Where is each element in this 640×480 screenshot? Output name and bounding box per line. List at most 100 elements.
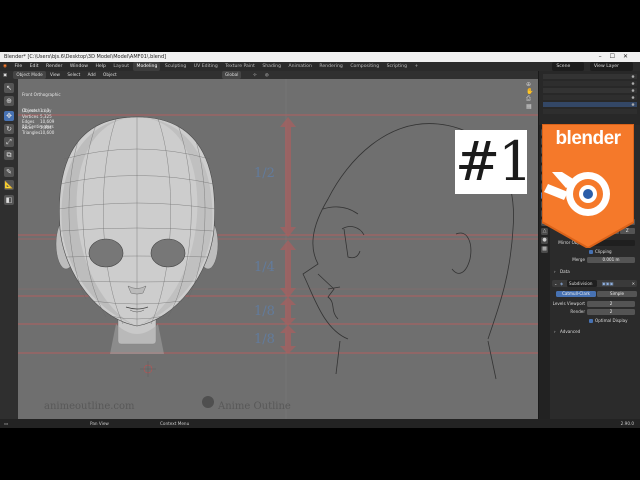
measure-tool-icon[interactable]: 📐 [4, 180, 14, 190]
chevron-down-icon[interactable]: ⌄ [554, 280, 557, 287]
subdivision-icon: ◈ [560, 281, 564, 286]
levels-viewport-label: Levels Viewport [552, 301, 585, 306]
blender-logo-text: blender [555, 128, 621, 149]
window-controls[interactable]: –☐✕ [599, 52, 636, 62]
annotate-tool-icon[interactable]: ✎ [4, 167, 14, 177]
data-section-label: Data [560, 269, 570, 274]
view-layer-selector[interactable]: View Layer [589, 62, 633, 71]
menu-file[interactable]: File [11, 62, 25, 71]
tab-texture-paint[interactable]: Texture Paint [222, 62, 258, 71]
outliner-panel[interactable] [538, 71, 640, 125]
data-section-header[interactable]: › Data [552, 268, 637, 275]
menu-render[interactable]: Render [43, 62, 65, 71]
levels-viewport-field[interactable]: 2 [587, 300, 635, 307]
status-pan-view: Pan View [90, 421, 109, 426]
window-title: Blender* [C:\Users\bjs.6\Desktop\3D Mode… [4, 54, 167, 60]
tab-shading[interactable]: Shading [259, 62, 284, 71]
clipping-checkbox[interactable]: Clipping [589, 248, 612, 255]
stat-label: Triangles [22, 130, 41, 136]
top-menu-bar: ◉ File Edit Render Window Help Layout Mo… [0, 62, 640, 71]
menu-object[interactable]: Object [100, 71, 120, 79]
title-bar: Blender* [C:\Users\bjs.6\Desktop\3D Mode… [0, 52, 640, 62]
navigation-gizmo[interactable]: ⊕ ✋ ⎙ ▦ [526, 81, 536, 110]
tab-scripting[interactable]: Scripting [384, 62, 410, 71]
tab-modeling[interactable]: Modeling [133, 62, 161, 71]
merge-label: Merge [572, 257, 585, 262]
proportional-edit-icon[interactable]: ◎ [262, 71, 272, 79]
scene-statistics: Objects 1 / 3 Vertices 5,325 Edges 10,609 F… [22, 108, 54, 136]
cursor-3d-icon[interactable]: ⊕ [4, 96, 14, 106]
pan-hand-icon[interactable]: ✋ [526, 88, 536, 95]
add-cube-tool-icon[interactable]: ◧ [4, 195, 14, 205]
letterbox-bottom [0, 428, 640, 480]
chevron-right-icon: › [554, 329, 556, 334]
blender-window: Blender* [C:\Users\bjs.6\Desktop\3D Mode… [0, 52, 640, 428]
tab-uv-editing[interactable]: UV Editing [191, 62, 221, 71]
mouse-left-icon: ▭ [4, 421, 8, 426]
watermark-url: animeoutline.com [44, 401, 135, 412]
tool-shelf: ↖ ⊕ ✥ ↻ ⤢ ⧉ ✎ 📐 ◧ [0, 79, 18, 419]
proportion-label-4: 1/8 [254, 332, 275, 347]
outliner-rows [543, 74, 637, 114]
scene-selector[interactable]: Scene [552, 62, 585, 71]
stat-label: Faces [22, 124, 34, 130]
transform-tool-icon[interactable]: ⧉ [4, 150, 14, 160]
blender-version: 2.90.0 [620, 421, 634, 426]
subdivision-type-row: Catmull-Clark Simple [552, 290, 637, 297]
clipping-row: Clipping [552, 248, 637, 255]
modifier-visibility-icons[interactable]: ▣▣▣ [602, 280, 614, 287]
menu-help[interactable]: Help [92, 62, 108, 71]
watermark-brand: Anime Outline [217, 401, 291, 412]
orientation-dropdown[interactable]: Global [222, 71, 242, 79]
editor-type-icon[interactable]: ▣ [0, 71, 10, 79]
camera-icon[interactable]: ⎙ [526, 95, 536, 103]
mode-dropdown[interactable]: Object Mode [13, 71, 46, 79]
tab-sculpting[interactable]: Sculpting [162, 62, 189, 71]
render-levels-row: Render 2 [552, 308, 637, 315]
menu-window[interactable]: Window [67, 62, 91, 71]
tab-animation[interactable]: Animation [285, 62, 314, 71]
zoom-icon[interactable]: ⊕ [526, 81, 536, 88]
advanced-section-header[interactable]: › Advanced [552, 328, 637, 335]
add-workspace-button[interactable]: + [411, 62, 421, 71]
episode-number-badge: #1 [455, 130, 533, 194]
menu-select[interactable]: Select [64, 71, 83, 79]
blender-logo-badge: blender [542, 124, 634, 248]
chevron-right-icon: › [554, 269, 556, 274]
watermark-logo-icon [202, 396, 214, 408]
merge-distance-field[interactable]: 0.001 m [587, 256, 635, 263]
tab-layout[interactable]: Layout [110, 62, 132, 71]
viewport-header: ▣ Object Mode View Select Add Object Glo… [0, 71, 538, 79]
merge-row: Merge 0.001 m [552, 256, 637, 263]
grid-icon[interactable]: ▦ [526, 103, 536, 110]
stat-value: 10,600 [40, 130, 55, 136]
view-name: Front Orthographic [22, 91, 61, 97]
proportion-label-2: 1/4 [254, 260, 275, 275]
subdivision-modifier-header[interactable]: ⌄ ◈ Subdivision ▣▣▣ ✕ [552, 280, 637, 287]
render-levels-field[interactable]: 2 [587, 308, 635, 315]
blender-menu-icon[interactable]: ◉ [0, 62, 10, 71]
menu-add[interactable]: Add [85, 71, 99, 79]
catmull-clark-button[interactable]: Catmull-Clark [556, 290, 596, 297]
status-context-menu: Context Menu [160, 421, 190, 426]
status-bar: ▭ Pan View Context Menu 2.90.0 [0, 419, 640, 428]
optimal-display-row: Optimal Display [552, 317, 637, 324]
tab-compositing[interactable]: Compositing [347, 62, 382, 71]
levels-viewport-row: Levels Viewport 2 [552, 300, 637, 307]
modifier-name-field[interactable]: Subdivision [567, 280, 597, 287]
letterbox-top [0, 0, 640, 52]
stat-label: Vertices [22, 113, 39, 119]
move-tool-icon[interactable]: ✥ [4, 111, 14, 121]
optimal-display-checkbox[interactable]: Optimal Display [589, 317, 628, 324]
menu-edit[interactable]: Edit [27, 62, 42, 71]
menu-view[interactable]: View [47, 71, 63, 79]
close-icon[interactable]: ✕ [632, 280, 635, 287]
clipping-label: Clipping [595, 249, 612, 254]
simple-button[interactable]: Simple [597, 290, 637, 297]
scale-tool-icon[interactable]: ⤢ [4, 137, 14, 147]
stat-label: Objects [22, 108, 38, 113]
tab-rendering[interactable]: Rendering [316, 62, 345, 71]
snap-icon[interactable]: ⊹ [250, 71, 260, 79]
rotate-tool-icon[interactable]: ↻ [4, 124, 14, 134]
cursor-tool-icon[interactable]: ↖ [4, 83, 14, 93]
